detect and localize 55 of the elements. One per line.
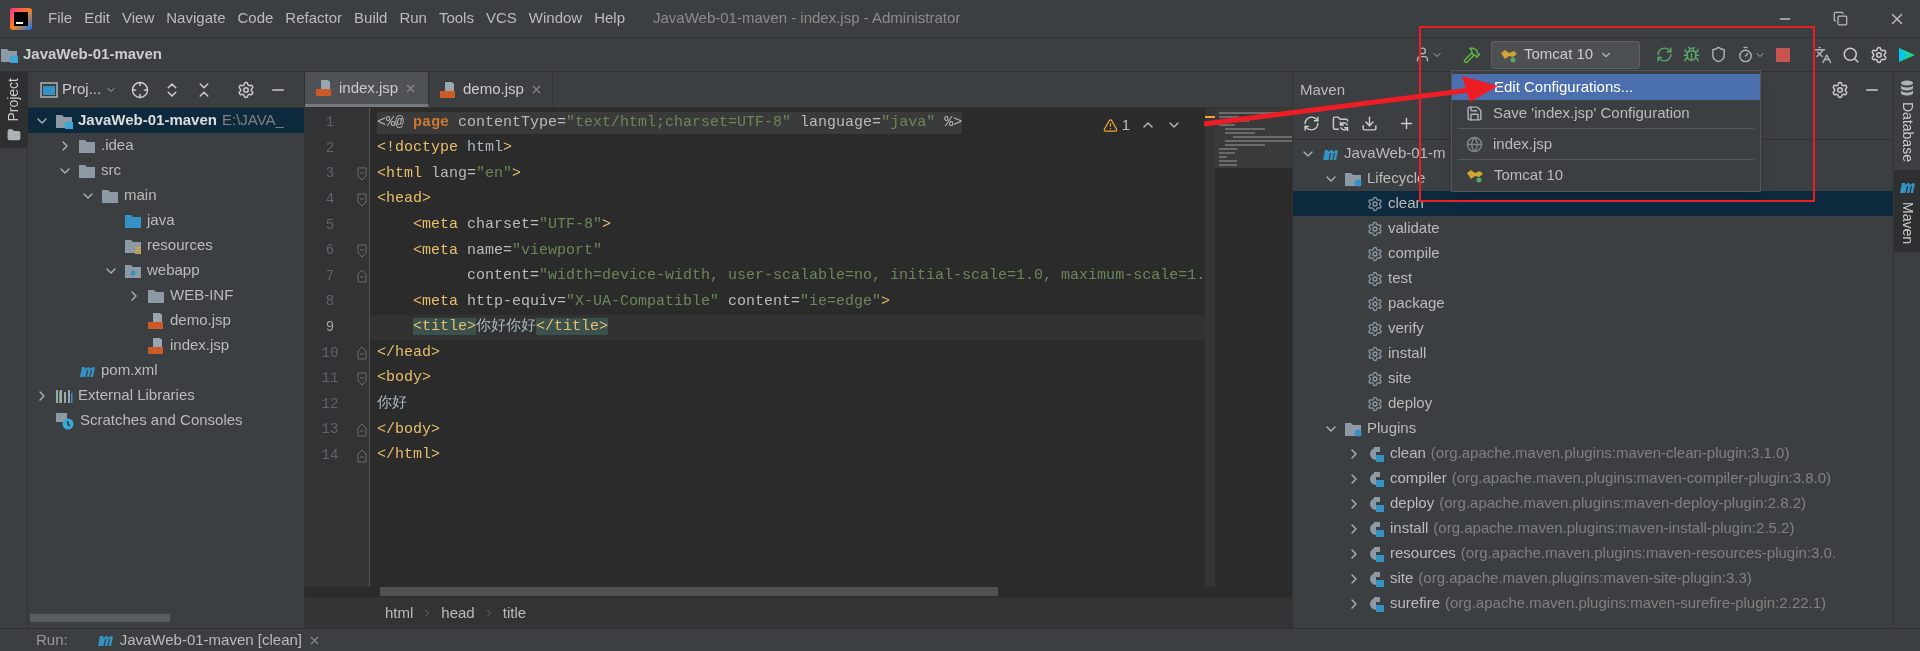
tree-label: clean [1388, 193, 1424, 214]
code-line: <meta http-equiv="X-UA-Compatible" content="ie=edge"> [412, 291, 891, 312]
line-number: 9 [324, 318, 336, 338]
tree-label: resources [1390, 543, 1456, 564]
tree-label: java [147, 210, 175, 231]
tree-label: pom.xml [101, 360, 158, 381]
code-line: <body> [377, 368, 431, 389]
tree-label: index.jsp [170, 335, 230, 356]
tree-label: JavaWeb-01-maven [78, 110, 217, 131]
code-line: content="width=device-width, user-scalable=no, initial-scale=1.0, maximum-scale=1. [466, 266, 1206, 287]
code-line: </html> [377, 445, 440, 466]
tree-detail: (org.apache.maven.plugins:maven-install-plugin:2.5.2) [1433, 518, 1795, 539]
tree-label: deploy [1388, 393, 1433, 414]
tree-label: main [124, 185, 157, 206]
code-line: <title>你好你好</title> [413, 317, 609, 338]
code-line: </body> [377, 419, 440, 440]
panel-title: Maven [1300, 79, 1346, 100]
tree-label: verify [1388, 318, 1424, 339]
tree-label: validate [1388, 218, 1440, 239]
tree-label: WEB-INF [170, 285, 234, 306]
code-line: <html lang="en"> [377, 163, 522, 184]
tree-label: .idea [101, 135, 134, 156]
code-line: <meta name="viewport" [412, 240, 603, 261]
code-line: <!doctype html> [377, 138, 513, 159]
code-line: <meta charset="UTF-8"> [412, 214, 612, 235]
tree-label: surefire [1390, 593, 1441, 614]
tree-detail: (org.apache.maven.plugins:maven-deploy-plugin:2.8.2) [1439, 493, 1807, 514]
code-line: 你好 [377, 394, 407, 415]
tree-label: site [1390, 568, 1414, 589]
tree-label: clean [1390, 443, 1426, 464]
tree-label: package [1388, 293, 1445, 314]
window-title: JavaWeb-01-maven - index.jsp - Administrator [653, 8, 961, 29]
tree-label: demo.jsp [170, 310, 231, 331]
tree-detail: (org.apache.maven.plugins:maven-surefire-plugin:2.22.1) [1445, 593, 1827, 614]
tree-detail: (org.apache.maven.plugins:maven-compiler-plugin:3.8.0) [1451, 468, 1832, 489]
tree-label: site [1388, 368, 1412, 389]
tree-label: install [1388, 343, 1427, 364]
run-label: Run: [36, 629, 68, 650]
tree-label: src [101, 160, 121, 181]
tree-label: test [1388, 268, 1413, 289]
tree-detail: (org.apache.maven.plugins:maven-resources-plugin:3.0. [1460, 543, 1837, 564]
tree-label: Scratches and Consoles [80, 410, 243, 431]
tree-label: resources [147, 235, 213, 256]
tree-label: Plugins [1367, 418, 1417, 439]
tree-label: webapp [147, 260, 200, 281]
code-line: <head> [377, 189, 431, 210]
tree-label: install [1390, 518, 1429, 539]
tree-label: External Libraries [78, 385, 195, 406]
tree-detail: (org.apache.maven.plugins:maven-site-plugin:3.3) [1418, 568, 1752, 589]
tree-detail: (org.apache.maven.plugins:maven-clean-plugin:3.1.0) [1430, 443, 1790, 464]
tree-detail: E:\JAVA_ [221, 110, 284, 131]
tree-label: compile [1388, 243, 1440, 264]
code-line: </head> [377, 342, 440, 363]
tree-label: compiler [1390, 468, 1447, 489]
tree-label: deploy [1390, 493, 1435, 514]
